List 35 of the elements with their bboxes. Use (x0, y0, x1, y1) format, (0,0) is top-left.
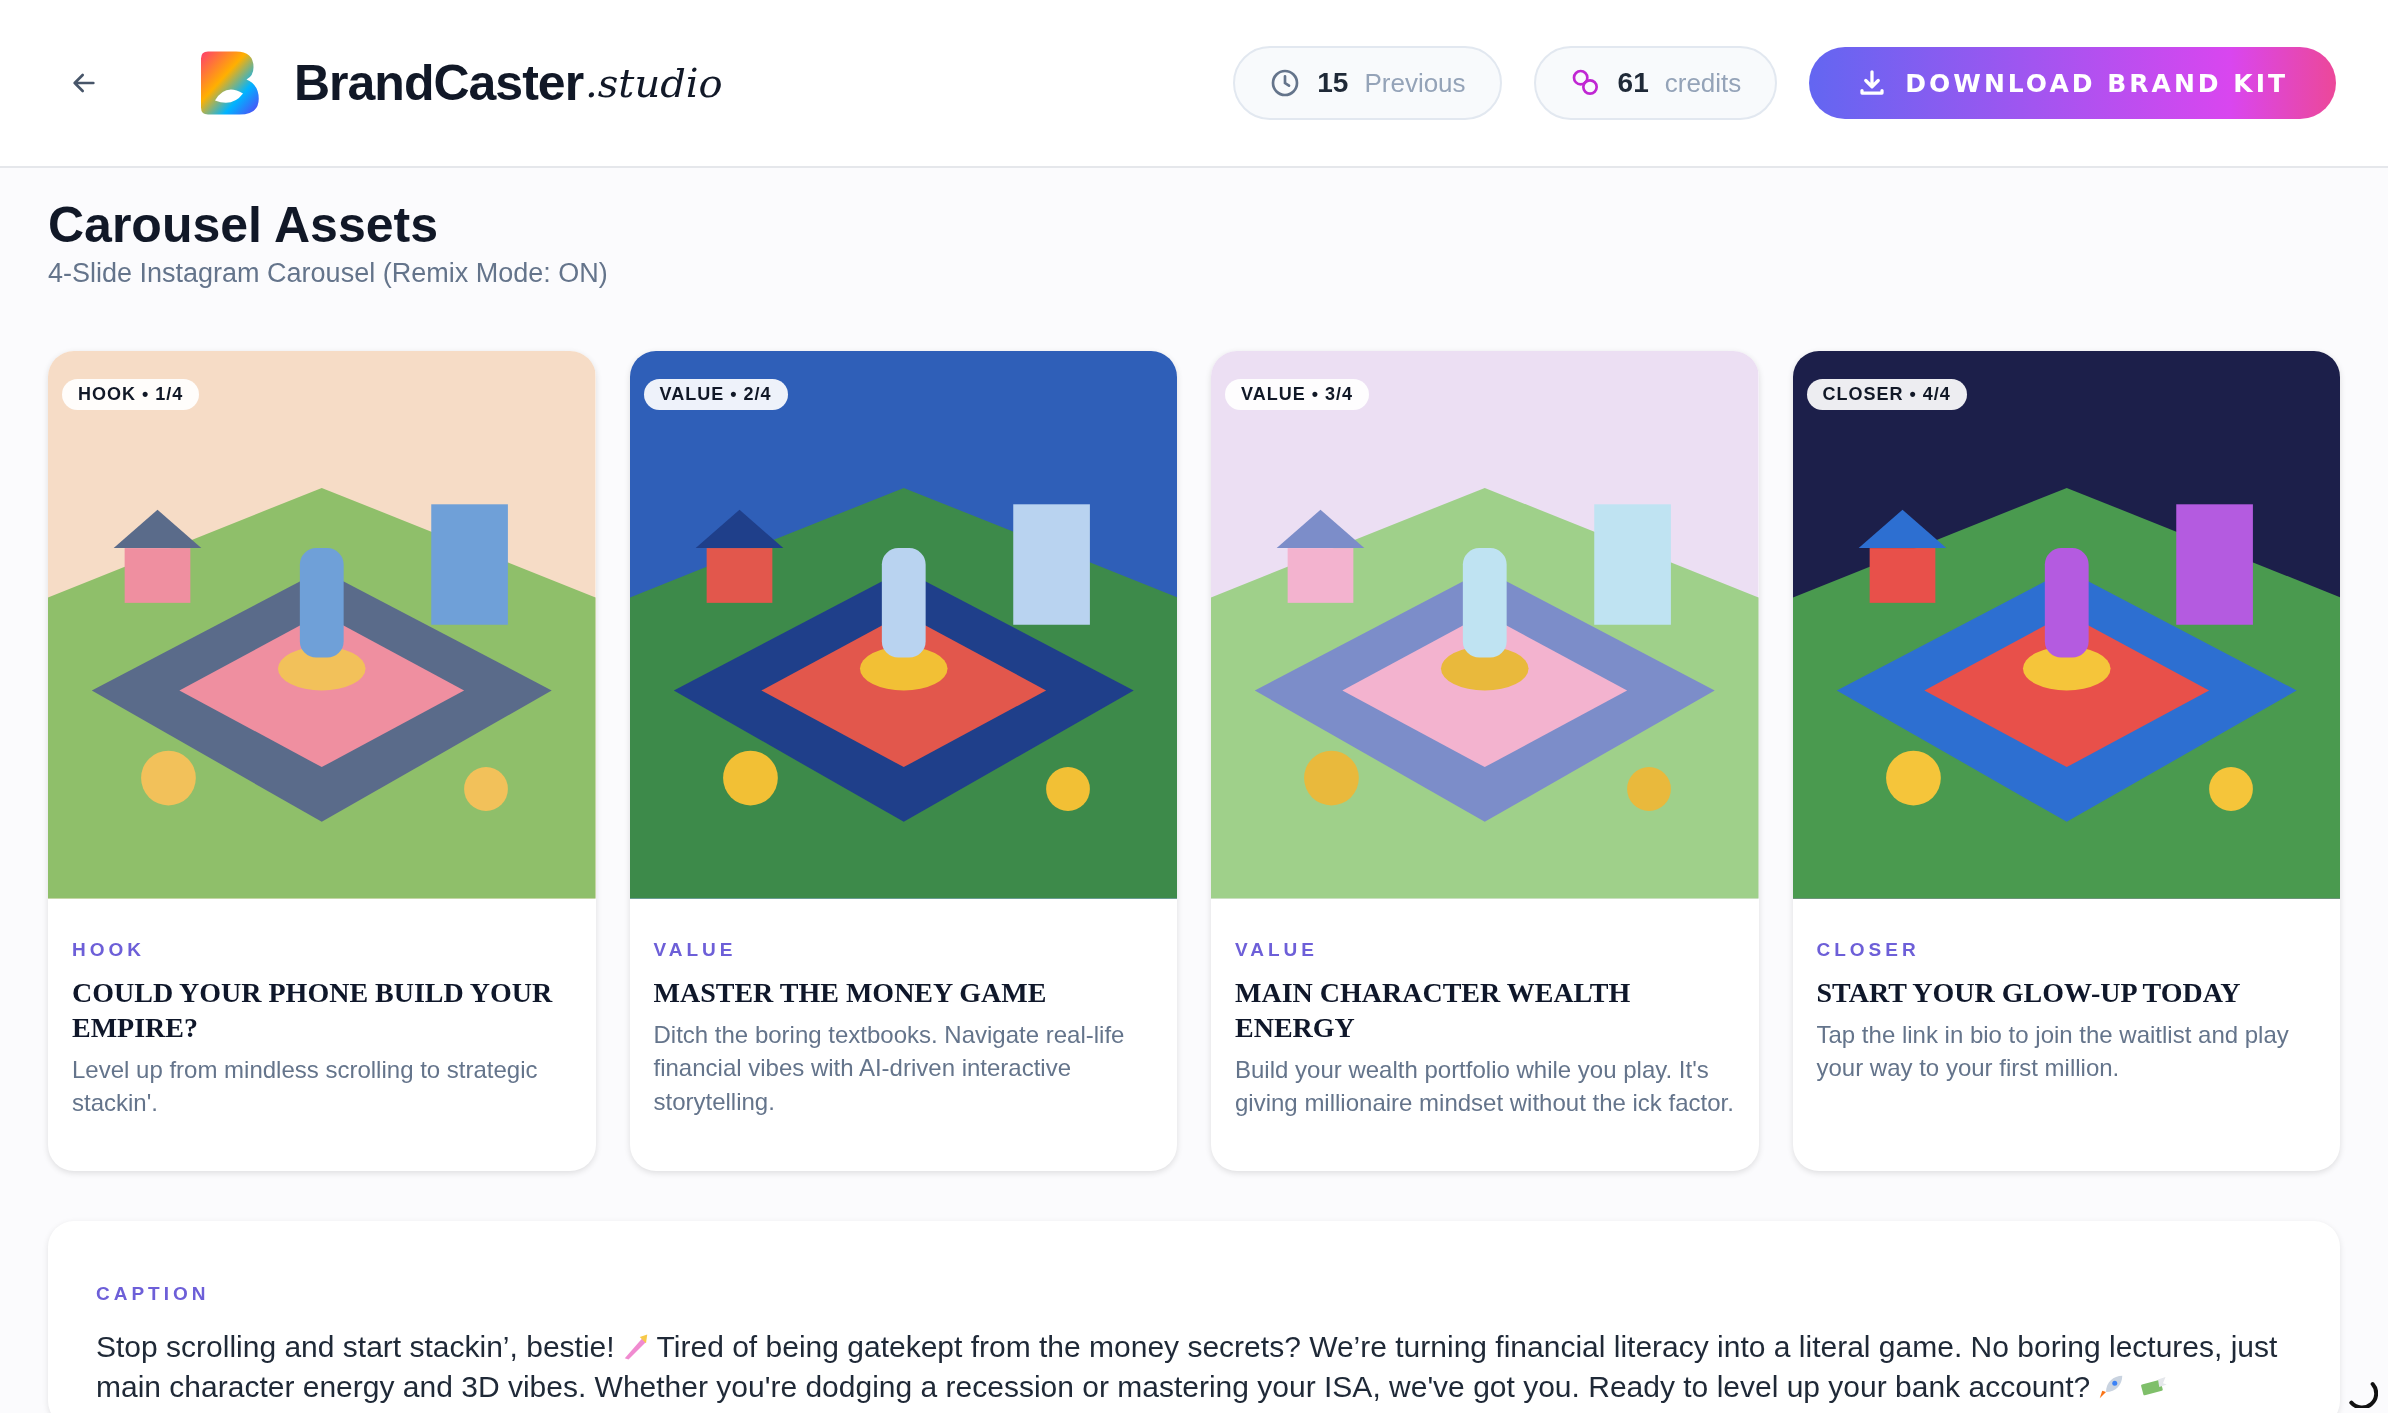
page-subtitle: 4-Slide Instagram Carousel (Remix Mode: ON) (48, 258, 609, 289)
slide-description: Build your wealth portfolio while you play. It's giving millionaire mindset without the ick factor. (1235, 1054, 1735, 1119)
brand-name: BrandCaster (294, 54, 584, 112)
slide-label: VALUE (653, 938, 738, 961)
slide-label: CLOSER (1816, 938, 1921, 961)
page-title: Carousel Assets (48, 196, 439, 254)
slide-label: VALUE (1235, 938, 1319, 961)
slide-badge: VALUE • 3/4 (1225, 379, 1369, 410)
credits-count: 61 (1617, 67, 1649, 99)
slide-title: START YOUR GLOW-UP TODAY (1816, 975, 2242, 1010)
slide-title: COULD YOUR PHONE BUILD YOUR EMPIRE? (72, 975, 554, 1045)
credits-label: credits (1664, 67, 1742, 99)
slide-description: Tap the link in bio to join the waitlist and play your way to your first million. (1816, 1019, 2290, 1084)
slide-card[interactable]: VALUE • 2/4 VALUE MASTER THE MONEY GAME Ditch the boring textbooks. Navigate real-life financial vibes with AI-driven interactive storytelling. (629, 351, 1177, 1171)
slide-label: HOOK (72, 938, 146, 961)
slide-badge: CLOSER • 4/4 (1806, 379, 1967, 410)
history-pill[interactable]: 15 Previous (1233, 46, 1502, 120)
slide-title: MASTER THE MONEY GAME (653, 975, 1048, 1010)
credits-pill[interactable]: 61 credits (1533, 46, 1778, 120)
slide-badge: HOOK • 1/4 (62, 379, 200, 410)
caption-text: main character energy and 3D vibes. Whether you're dodging a recession or mastering your ISA, we've got you. Ready to level up your bank account? (96, 1369, 2091, 1405)
slide-card[interactable]: HOOK • 1/4 HOOK COULD YOUR PHONE BUILD YOUR EMPIRE? Level up from mindless scrolling to strategic stackin'. (48, 351, 596, 1171)
caption-text: Tired of being gatekept from the money secrets? We’re turning financial literacy into a literal game. No boring lectures, just (656, 1329, 2278, 1365)
download-button[interactable]: DOWNLOAD BRAND KIT (1809, 47, 2336, 119)
slide-description: Ditch the boring textbooks. Navigate real-life financial vibes with AI-driven interactive storytelling. (653, 1019, 1126, 1117)
slide-title: MAIN CHARACTER WEALTH ENERGY (1235, 975, 1632, 1045)
slide-card[interactable]: VALUE • 3/4 VALUE MAIN CHARACTER WEALTH ENERGY Build your wealth portfolio while you play. It's giving millionaire mindset without the ick factor. (1211, 351, 1759, 1171)
history-count: 15 (1317, 67, 1349, 99)
slide-badge: VALUE • 2/4 (643, 379, 788, 410)
brand-suffix: .studio (585, 60, 723, 106)
slide-card[interactable]: CLOSER • 4/4 CLOSER START YOUR GLOW-UP TODAY Tap the link in bio to join the waitlist and play your way to your first million. (1792, 351, 2340, 1171)
caption-text: Stop scrolling and start stackin’, bestie! (96, 1329, 615, 1365)
caption-label: CAPTION (96, 1283, 211, 1305)
slide-description: Level up from mindless scrolling to strategic stackin'. (72, 1054, 539, 1119)
history-label: Previous (1364, 67, 1466, 99)
